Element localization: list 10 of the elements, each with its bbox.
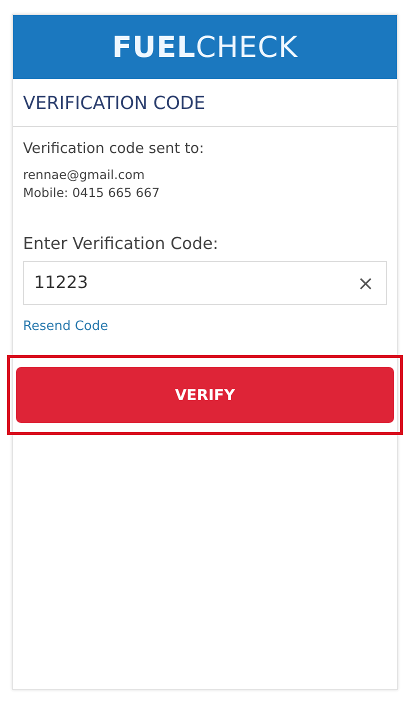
- logo: FUELCHECK: [112, 30, 298, 64]
- section-title: VERIFICATION CODE: [13, 79, 397, 127]
- contact-line: Mobile: 0415 665 667: [23, 184, 161, 202]
- field-label: Enter Verification Code:: [23, 234, 220, 253]
- contact-line: rennae@gmail.com: [23, 166, 146, 184]
- resend-link[interactable]: Resend Code: [23, 319, 108, 334]
- sent-to-label: Verification code sent to:: [23, 141, 206, 157]
- clear-button[interactable]: ×: [357, 271, 374, 295]
- verify-button[interactable]: VERIFY: [16, 367, 394, 423]
- code-field[interactable]: 11223 ×: [23, 261, 387, 305]
